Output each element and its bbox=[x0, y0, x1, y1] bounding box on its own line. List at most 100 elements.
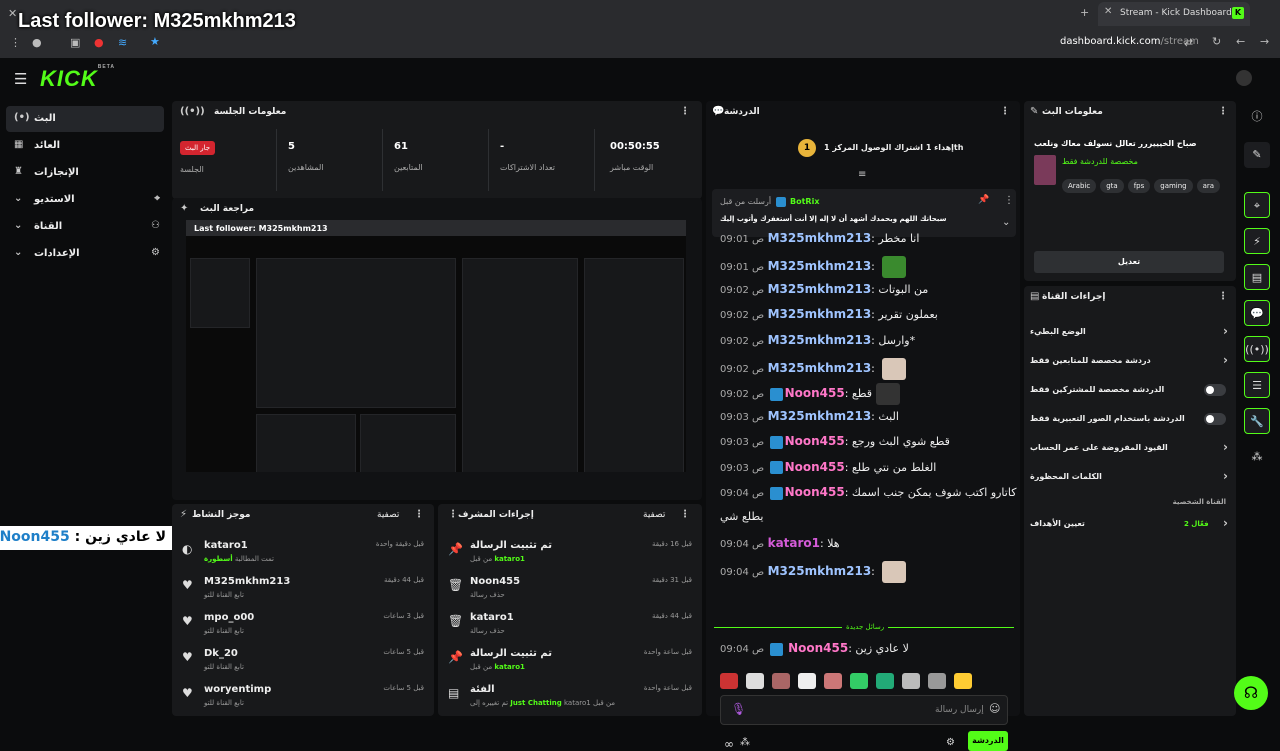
filter-button[interactable]: تصفية bbox=[377, 510, 399, 520]
followers-only-row[interactable]: دردشة مخصصة للمتابعين فقط › bbox=[1024, 347, 1236, 375]
extension-icon[interactable]: ● bbox=[32, 36, 42, 49]
more-options-icon[interactable]: ⋮ bbox=[1218, 106, 1228, 117]
emote-icon[interactable] bbox=[876, 673, 894, 689]
chat-user[interactable]: Noon455 bbox=[785, 460, 845, 474]
close-tab-icon[interactable]: ✕ bbox=[1104, 6, 1112, 17]
emote-icon[interactable] bbox=[824, 673, 842, 689]
list-item[interactable]: 📌 تم تثبيت الرسالة من قبل kataro1 قبل سا… bbox=[438, 642, 702, 678]
sidebar-item-achievements[interactable]: ♜ الإنجازات bbox=[6, 160, 164, 186]
filter-button[interactable]: تصفية bbox=[643, 510, 665, 520]
stream-preview[interactable]: Last follower: M325mkhm213 bbox=[186, 220, 686, 472]
help-button[interactable]: ☊ bbox=[1234, 676, 1268, 710]
url-field[interactable]: dashboard.kick.com/stream bbox=[1060, 36, 1199, 47]
chat-user[interactable]: M325mkhm213 bbox=[768, 333, 872, 347]
more-options-icon[interactable]: ⋮ bbox=[1218, 291, 1228, 302]
list-item[interactable]: 📌 تم تثبيت الرسالة من قبل kataro1 قبل 16… bbox=[438, 534, 702, 570]
send-button[interactable]: الدردشة bbox=[968, 731, 1008, 751]
document-icon[interactable]: ▤ bbox=[1244, 264, 1270, 290]
emote-only-toggle[interactable] bbox=[1204, 413, 1226, 425]
chat-user[interactable]: Noon455 bbox=[785, 485, 845, 499]
apps-icon[interactable]: ⁂ bbox=[740, 737, 750, 748]
translate-icon[interactable]: ⇄ bbox=[1184, 36, 1193, 49]
chat-user[interactable]: M325mkhm213 bbox=[768, 282, 872, 296]
chat-icon[interactable]: 💬 bbox=[1244, 300, 1270, 326]
more-options-icon[interactable]: ⋮ bbox=[1004, 195, 1014, 206]
chat-user[interactable]: Noon455 bbox=[788, 641, 848, 655]
chat-user[interactable]: M325mkhm213 bbox=[768, 409, 872, 423]
emote-icon[interactable] bbox=[798, 673, 816, 689]
apps-icon[interactable]: ⁂ bbox=[1244, 444, 1270, 470]
emote-icon[interactable] bbox=[902, 673, 920, 689]
sidebar-item-studio[interactable]: ⌄ الاستديو ⌖ bbox=[6, 187, 164, 213]
tag[interactable]: gta bbox=[1100, 179, 1124, 193]
goals-row[interactable]: تعيين الأهداف فعّال 2 › bbox=[1024, 510, 1236, 538]
chat-user[interactable]: M325mkhm213 bbox=[768, 564, 872, 578]
new-tab-icon[interactable]: + bbox=[1080, 6, 1089, 19]
tag[interactable]: Arabic bbox=[1062, 179, 1097, 193]
emote-icon[interactable] bbox=[746, 673, 764, 689]
edit-button[interactable]: تعديل bbox=[1034, 251, 1224, 273]
focus-icon[interactable]: ⌖ bbox=[1244, 192, 1270, 218]
emoji-icon[interactable]: ☺ bbox=[989, 702, 1000, 715]
broadcast-icon[interactable]: ((•)) bbox=[1244, 336, 1270, 362]
bolt-icon[interactable]: ⚡ bbox=[1244, 228, 1270, 254]
emote-icon[interactable] bbox=[850, 673, 868, 689]
settings-icon[interactable]: ⚙ bbox=[946, 737, 955, 748]
chat-user[interactable]: M325mkhm213 bbox=[768, 361, 872, 375]
kick-logo[interactable]: KICKBETA bbox=[40, 64, 115, 92]
tag[interactable]: fps bbox=[1127, 179, 1151, 193]
mic-icon[interactable]: 🎙 bbox=[731, 702, 746, 716]
menu-icon[interactable]: ☰ bbox=[14, 70, 27, 88]
slow-mode-row[interactable]: الوضع البطيء › bbox=[1024, 318, 1236, 346]
chat-user[interactable]: kataro1 bbox=[768, 536, 820, 550]
menu-dots-icon[interactable]: ⋮ bbox=[10, 36, 21, 49]
star-icon[interactable]: ★ bbox=[150, 35, 160, 48]
emote-icon[interactable] bbox=[772, 673, 790, 689]
more-options-icon[interactable]: ⋮ bbox=[414, 509, 424, 520]
more-options-icon[interactable]: ⋮ bbox=[680, 509, 690, 520]
chat-user[interactable]: Noon455 bbox=[785, 434, 845, 448]
emote-icon[interactable] bbox=[720, 673, 738, 689]
record-icon[interactable]: ● bbox=[94, 36, 104, 49]
more-options-icon[interactable]: ⋮ bbox=[1000, 106, 1010, 117]
list-item[interactable]: ▤ الفئة تم تغييره إلى Just Chatting kata… bbox=[438, 678, 702, 714]
forward-icon[interactable]: → bbox=[1260, 35, 1269, 48]
pencil-icon[interactable]: ✎ bbox=[1244, 142, 1270, 168]
reload-icon[interactable]: ↻ bbox=[1212, 35, 1221, 48]
list-item[interactable]: ♥ mpo_o00 تابع القناة للتو قبل 3 ساعات bbox=[172, 606, 434, 642]
chat-user[interactable]: Noon455 bbox=[785, 386, 845, 400]
list-item[interactable]: 🗑 kataro1 حذف رسالة قبل 44 دقيقة bbox=[438, 606, 702, 642]
pin-icon[interactable]: 📌 bbox=[978, 195, 989, 205]
tag[interactable]: gaming bbox=[1154, 179, 1193, 193]
chat-input[interactable]: 🎙 إرسال رسالة ☺ bbox=[720, 695, 1008, 725]
list-item[interactable]: ◐ kataro1 تمت المطالبة أسطورة قبل دقيقة … bbox=[172, 534, 434, 570]
avatar[interactable] bbox=[1236, 70, 1252, 86]
account-age-row[interactable]: القيود المفروضة على عمر الحساب › bbox=[1024, 434, 1236, 462]
browser-tab[interactable]: ✕ Stream - Kick Dashboard K bbox=[1098, 2, 1250, 26]
wifi-icon[interactable]: ≋ bbox=[118, 36, 127, 49]
wrench-icon[interactable]: 🔧 bbox=[1244, 408, 1270, 434]
list-item[interactable]: ♥ Dk_20 تابع القناة للتو قبل 5 ساعات bbox=[172, 642, 434, 678]
filter-icon[interactable]: ≡ bbox=[858, 169, 866, 180]
emote-icon[interactable] bbox=[928, 673, 946, 689]
close-window-icon[interactable]: ✕ bbox=[8, 7, 17, 20]
emote-icon[interactable] bbox=[954, 673, 972, 689]
chat-user[interactable]: M325mkhm213 bbox=[768, 307, 872, 321]
sliders-icon[interactable]: ☰ bbox=[1244, 372, 1270, 398]
list-item[interactable]: ♥ woryentimp تابع القناة للتو قبل 5 ساعا… bbox=[172, 678, 434, 714]
sidebar-item-revenue[interactable]: ▦ العائد bbox=[6, 133, 164, 159]
sidebar-item-stream[interactable]: (•) البث bbox=[6, 106, 164, 132]
chat-user[interactable]: M325mkhm213 bbox=[768, 259, 872, 273]
chevron-down-icon[interactable]: ⌄ bbox=[1002, 217, 1010, 228]
back-icon[interactable]: ← bbox=[1236, 35, 1245, 48]
list-item[interactable]: 🗑 Noon455 حذف رسالة قبل 31 دقيقة bbox=[438, 570, 702, 606]
extension-icon[interactable]: ▣ bbox=[70, 36, 80, 49]
list-item[interactable]: ♥ M325mkhm213 تابع القناة للتو قبل 44 دق… bbox=[172, 570, 434, 606]
info-icon[interactable]: ⓘ bbox=[1244, 104, 1270, 130]
more-options-icon[interactable]: ⋮ bbox=[448, 509, 458, 520]
infinity-icon[interactable]: ∞ bbox=[724, 737, 734, 751]
banned-words-row[interactable]: الكلمات المحظورة › bbox=[1024, 463, 1236, 491]
sidebar-item-channel[interactable]: ⌄ القناة ⚇ bbox=[6, 214, 164, 240]
tag[interactable]: ara bbox=[1196, 179, 1221, 193]
subscribers-only-toggle[interactable] bbox=[1204, 384, 1226, 396]
